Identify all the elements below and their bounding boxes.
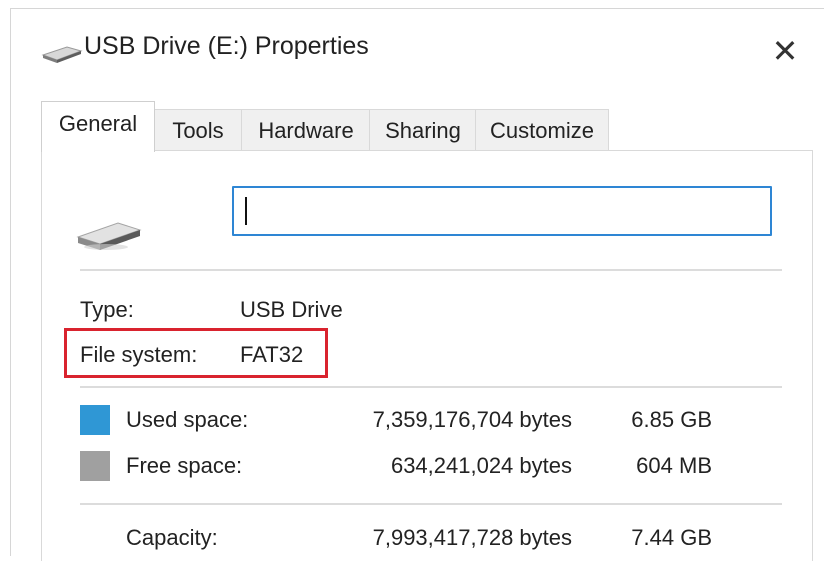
type-label: Type: — [80, 297, 134, 322]
close-button[interactable]: ✕ — [763, 29, 807, 73]
capacity-label: Capacity: — [126, 525, 218, 550]
used-space-label: Used space: — [126, 407, 249, 432]
type-value: USB Drive — [240, 297, 343, 322]
capacity-size: 7.44 GB — [631, 525, 712, 550]
file-system-label: File system: — [80, 342, 198, 367]
separator — [80, 269, 782, 271]
tab-customize[interactable]: Customize — [475, 109, 609, 151]
tab-general[interactable]: General — [41, 101, 155, 152]
used-space-size: 6.85 GB — [631, 407, 712, 432]
tab-sharing[interactable]: Sharing — [369, 109, 477, 151]
text-caret — [245, 197, 247, 225]
free-space-size: 604 MB — [636, 453, 712, 478]
free-space-label: Free space: — [126, 453, 243, 478]
drive-name-input[interactable] — [232, 186, 772, 236]
free-space-bytes: 634,241,024 bytes — [390, 453, 572, 478]
properties-dialog: USB Drive (E:) Properties ✕ General Tool… — [10, 8, 824, 561]
separator — [80, 386, 782, 388]
capacity-bytes: 7,993,417,728 bytes — [372, 525, 572, 550]
usb-drive-icon — [76, 222, 142, 250]
general-panel: Type: USB Drive File system: FAT32 Used … — [41, 150, 813, 561]
separator — [80, 503, 782, 505]
free-space-swatch — [80, 451, 110, 481]
used-space-bytes: 7,359,176,704 bytes — [372, 407, 572, 432]
window-title: USB Drive (E:) Properties — [84, 32, 369, 60]
tab-tools[interactable]: Tools — [153, 109, 243, 151]
title-bar: USB Drive (E:) Properties ✕ — [11, 9, 824, 95]
used-space-swatch — [80, 405, 110, 435]
file-system-value: FAT32 — [240, 342, 304, 367]
usb-drive-icon — [41, 46, 83, 63]
tab-hardware[interactable]: Hardware — [241, 109, 371, 151]
